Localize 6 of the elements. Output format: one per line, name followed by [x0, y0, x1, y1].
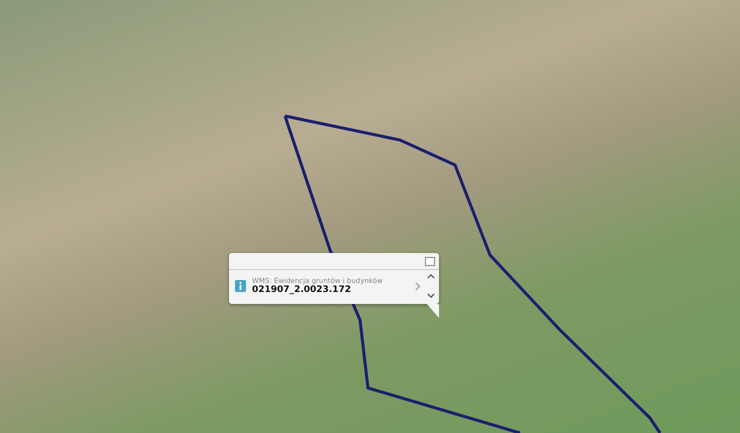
info-icon	[235, 280, 246, 292]
chevron-up-icon[interactable]	[427, 274, 435, 279]
chevron-down-icon[interactable]	[427, 293, 435, 298]
parcel-id: 021907_2.0023.172	[252, 285, 352, 295]
chevron-right-icon[interactable]	[415, 282, 421, 290]
minimize-icon[interactable]	[425, 256, 435, 266]
